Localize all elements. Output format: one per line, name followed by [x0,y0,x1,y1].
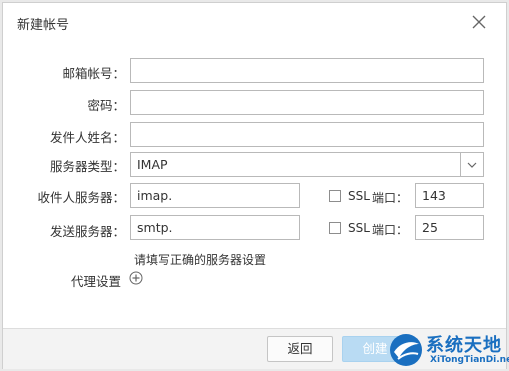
sender-name-label: 发件人姓名： [49,130,125,145]
chevron-down-icon[interactable] [460,153,483,176]
close-icon[interactable] [471,14,487,30]
server-type-select[interactable]: IMAP [130,152,484,177]
sender-name-input[interactable] [130,122,484,147]
incoming-ssl-label: SSL [348,189,370,203]
server-type-label: 服务器类型： [49,159,125,174]
watermark-title: 系统天地 [426,335,502,356]
outgoing-server-input[interactable] [130,215,300,240]
globe-logo-icon [390,334,422,366]
email-input[interactable] [130,58,484,83]
password-label: 密码： [87,98,125,113]
outgoing-port-input[interactable] [415,215,484,240]
server-settings-hint: 请填写正确的服务器设置 [134,253,267,267]
plus-circle-icon[interactable] [129,271,143,285]
incoming-ssl-checkbox[interactable] [329,190,341,202]
outgoing-port-label: 端口： [372,223,409,237]
dialog-title: 新建帐号 [17,18,70,33]
outgoing-server-label: 发送服务器： [49,224,125,239]
watermark-url: XiTongTianDi.net [430,355,509,365]
password-input[interactable] [130,90,484,115]
incoming-server-input[interactable] [130,183,300,208]
proxy-settings-label: 代理设置 [70,274,121,289]
server-type-value: IMAP [137,157,168,172]
outgoing-ssl-checkbox[interactable] [329,222,341,234]
incoming-server-label: 收件人服务器： [37,190,125,205]
back-button[interactable]: 返回 [267,336,333,362]
watermark-logo: 系统天地 XiTongTianDi.net [386,330,509,371]
outgoing-ssl-label: SSL [348,221,370,235]
email-label: 邮箱帐号： [62,66,125,81]
new-account-dialog: 新建帐号 邮箱帐号： 密码： 发件人姓名： 服务器类型： IMAP 收件人服务器… [2,2,507,369]
incoming-port-input[interactable] [415,183,484,208]
incoming-port-label: 端口： [372,191,409,205]
